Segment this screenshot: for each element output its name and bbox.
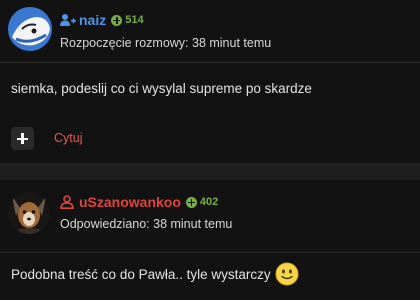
reputation-count: 402: [199, 196, 219, 208]
post-timestamp: Odpowiedziano: 38 minut temu: [60, 217, 233, 231]
user-group-icon: [60, 13, 76, 27]
post-starter: naiz 514 Rozpoczęcie rozmowy: 38 minut t…: [0, 0, 420, 163]
post-message: siemka, podeslij co ci wysylal supreme p…: [11, 81, 312, 96]
username-link[interactable]: naiz: [79, 12, 106, 28]
username-link[interactable]: uSzanowankoo: [79, 194, 181, 210]
post-message: Podobna treść co do Pawła.. tyle wystarc…: [11, 262, 299, 286]
avatar[interactable]: [8, 7, 52, 51]
plus-icon[interactable]: [11, 127, 34, 150]
post-reply: uSzanowankoo 402 Odpowiedziano: 38 minut…: [0, 180, 420, 300]
post-header: uSzanowankoo 402 Odpowiedziano: 38 minut…: [0, 180, 420, 252]
smiley-icon: [275, 262, 299, 286]
plus-circle-icon: [111, 14, 123, 26]
header-divider: [0, 252, 420, 253]
author-line: naiz 514: [60, 11, 144, 29]
post-header: naiz 514 Rozpoczęcie rozmowy: 38 minut t…: [0, 0, 420, 62]
author-line: uSzanowankoo 402: [60, 193, 218, 211]
avatar[interactable]: [8, 192, 50, 234]
plus-circle-icon: [185, 196, 197, 208]
quote-button[interactable]: Cytuj: [54, 131, 82, 145]
user-outline-icon: [60, 195, 76, 209]
post-timestamp: Rozpoczęcie rozmowy: 38 minut temu: [60, 36, 272, 50]
header-divider: [0, 62, 420, 63]
post-message-text: Podobna treść co do Pawła.. tyle wystarc…: [11, 266, 271, 282]
conversation-thread: naiz 514 Rozpoczęcie rozmowy: 38 minut t…: [0, 0, 420, 300]
reputation-count: 514: [125, 14, 144, 26]
